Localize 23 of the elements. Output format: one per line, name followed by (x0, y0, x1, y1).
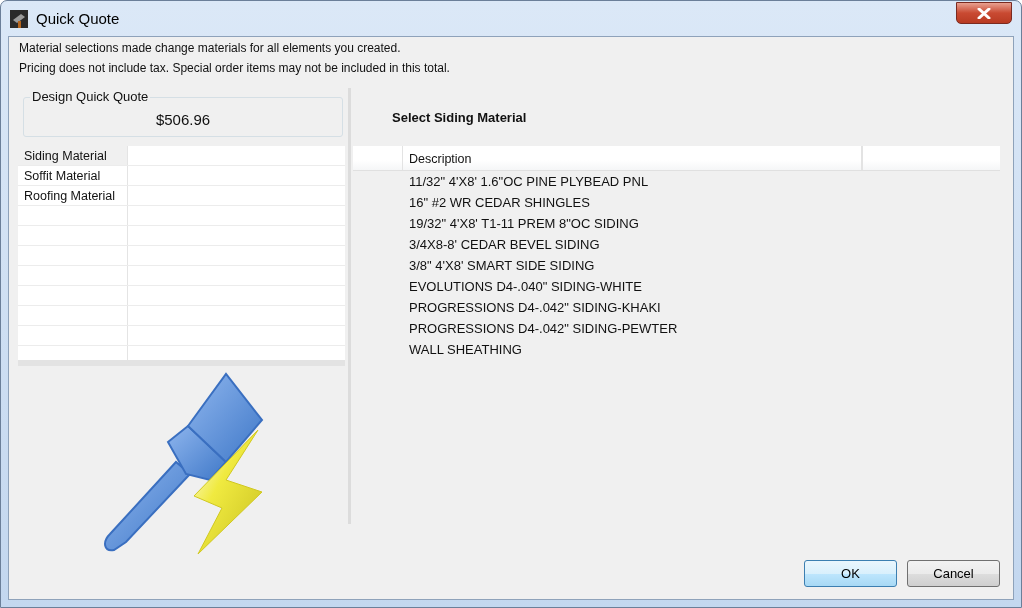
list-item[interactable]: PROGRESSIONS D4-.042" SIDING-KHAKI (353, 297, 1000, 318)
close-icon (977, 7, 991, 19)
list-item[interactable]: EVOLUTIONS D4-.040" SIDING-WHITE (353, 276, 1000, 297)
close-button[interactable] (956, 2, 1012, 24)
list-item[interactable]: PROGRESSIONS D4-.042" SIDING-PEWTER (353, 318, 1000, 339)
dialog-button[interactable]: OK (804, 560, 897, 587)
group-legend: Design Quick Quote (30, 89, 151, 104)
list-item[interactable]: 19/32" 4'X8' T1-11 PREM 8"OC SIDING (353, 213, 1000, 234)
material-cell[interactable]: Soffit Material (18, 166, 128, 185)
list-item[interactable]: 3/8" 4'X8' SMART SIDE SIDING (353, 255, 1000, 276)
app-icon (10, 9, 28, 28)
quote-total: $506.96 (155, 110, 211, 128)
material-cell[interactable]: Roofing Material (18, 186, 128, 205)
window-title: Quick Quote (36, 10, 120, 27)
info-text: Material selections made change materials for all elements you created. (19, 40, 402, 57)
dialog-button[interactable]: Cancel (907, 560, 1000, 587)
list-item[interactable]: 16" #2 WR CEDAR SHINGLES (353, 192, 1000, 213)
list-item[interactable]: 3/4X8-8' CEDAR BEVEL SIDING (353, 234, 1000, 255)
picker-title: Select Siding Material (392, 110, 528, 125)
material-cell[interactable]: Siding Material (18, 146, 128, 165)
list-item[interactable]: WALL SHEATHING (353, 339, 1000, 360)
list-item[interactable]: 11/32" 4'X8' 1.6"OC PINE PLYBEAD PNL (353, 171, 1000, 192)
info-text: Pricing does not include tax. Special order items may not be included in this total. (19, 60, 451, 77)
